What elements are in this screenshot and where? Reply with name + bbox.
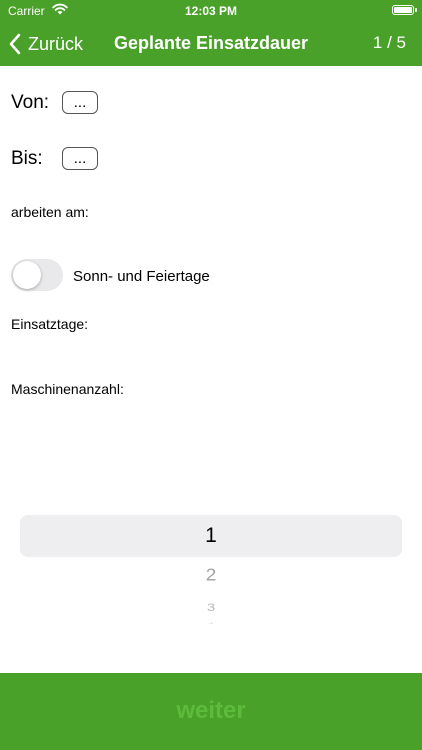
clock: 12:03 PM: [184, 4, 238, 18]
toggle-knob: [13, 261, 41, 289]
battery-icon: [392, 5, 417, 15]
navigation-bar: Zurück Geplante Einsatzdauer 1 / 5: [0, 22, 422, 66]
back-button[interactable]: Zurück: [8, 30, 83, 58]
top-bar: Carrier 12:03 PM Zurück Geplante Einsatz…: [0, 0, 422, 66]
bis-date-button[interactable]: ...: [62, 147, 98, 170]
sonn-feiertage-toggle[interactable]: [11, 259, 63, 291]
arbeiten-am-label: arbeiten am:: [11, 204, 89, 220]
picker-option[interactable]: 3: [0, 601, 422, 614]
bis-label: Bis:: [11, 148, 43, 169]
back-label: Zurück: [28, 33, 84, 54]
weiter-button[interactable]: weiter: [0, 673, 422, 750]
picker-option[interactable]: 2: [0, 566, 422, 586]
picker-option-selected[interactable]: 1: [0, 524, 422, 548]
weiter-label: weiter: [176, 697, 246, 724]
status-bar: Carrier 12:03 PM: [0, 0, 422, 22]
von-label: Von:: [11, 92, 50, 113]
step-indicator: 1 / 5: [372, 33, 406, 52]
maschinenanzahl-label: Maschinenanzahl:: [11, 381, 124, 397]
einsatztage-label: Einsatztage:: [11, 316, 89, 332]
picker-option[interactable]: 4: [0, 622, 422, 624]
von-date-button[interactable]: ...: [62, 91, 98, 114]
sonn-feiertage-label: Sonn- und Feiertage: [73, 268, 210, 285]
chevron-left-icon: [9, 33, 21, 55]
